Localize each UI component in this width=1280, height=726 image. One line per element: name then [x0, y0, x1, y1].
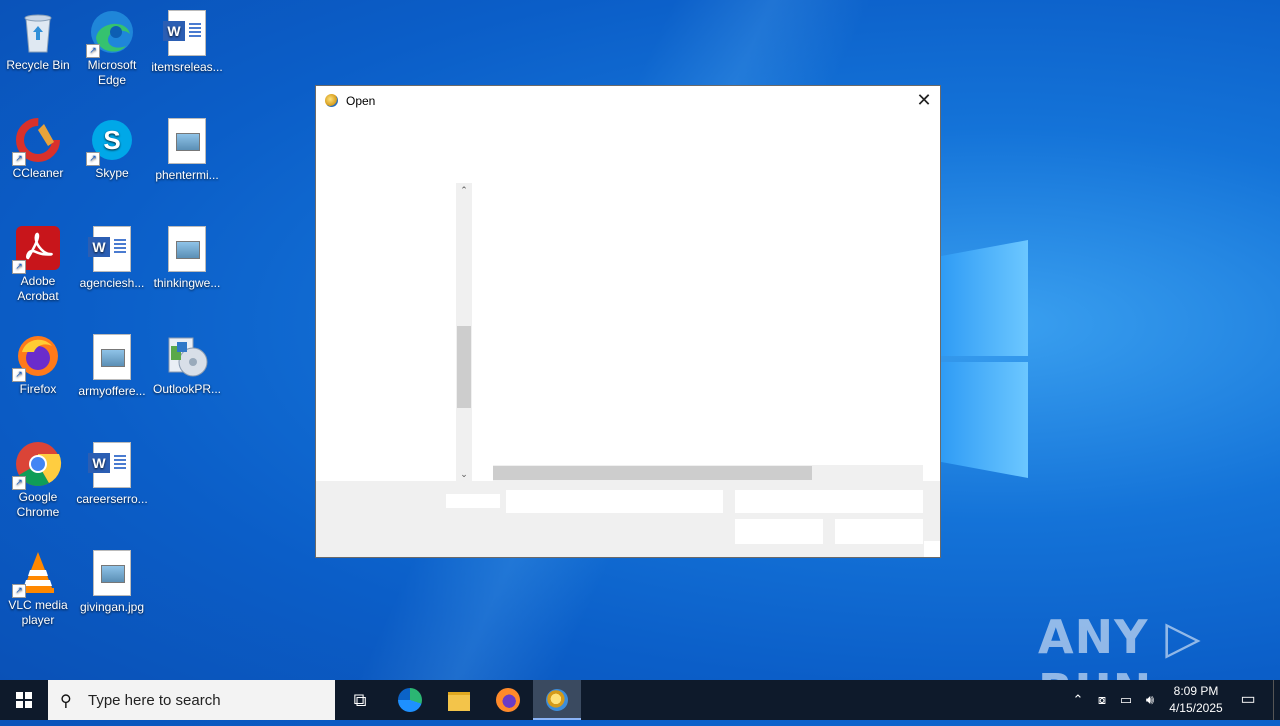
desktop-icon-ccleaner[interactable]: ↗ CCleaner: [0, 116, 76, 181]
firefox-icon: ↗: [12, 332, 62, 382]
scrollbar-thumb[interactable]: [493, 466, 812, 480]
scroll-up-icon[interactable]: ⌃: [456, 183, 472, 197]
desktop-icon-careerserro[interactable]: W careerserro...: [74, 440, 150, 507]
installer-icon: [163, 332, 211, 380]
desktop-icon-givingan[interactable]: givingan.jpg: [74, 548, 150, 615]
desktop-icon-recycle-bin[interactable]: Recycle Bin: [0, 8, 76, 73]
task-view-button[interactable]: ⧉: [336, 680, 384, 720]
image-file-icon: [163, 118, 211, 166]
taskbar-edge[interactable]: [386, 680, 434, 720]
word-doc-icon: W: [163, 10, 211, 58]
desktop-icon-vlc[interactable]: ↗ VLC media player: [0, 548, 76, 628]
wallpaper-windows-logo: [940, 240, 1030, 480]
navigation-pane-scrollbar[interactable]: ⌃ ⌄: [456, 183, 472, 481]
file-name-label: [446, 494, 500, 508]
desktop-icon-firefox[interactable]: ↗ Firefox: [0, 332, 76, 397]
close-button[interactable]: ✕: [908, 86, 940, 116]
desktop-icon-outlookpr[interactable]: OutlookPR...: [149, 332, 225, 397]
svg-text:S: S: [103, 125, 120, 155]
image-file-icon: [88, 334, 136, 382]
edge-icon: [398, 688, 422, 712]
ccleaner-icon: ↗: [12, 116, 62, 166]
tray-app-icon[interactable]: ⧇: [1092, 680, 1112, 720]
acrobat-icon: ↗: [12, 224, 62, 274]
desktop-icon-armyoffere[interactable]: armyoffere...: [74, 332, 150, 399]
taskbar-search-box[interactable]: ⚲ Type here to search: [48, 680, 335, 720]
file-list-horizontal-scrollbar[interactable]: [493, 465, 923, 481]
skype-icon: S ↗: [86, 116, 136, 166]
taskbar-active-app[interactable]: [533, 680, 581, 720]
taskbar: ⚲ Type here to search ⧉ ⌃ ⧇ ▭ 🔊︎ 8:09 PM…: [0, 680, 1280, 720]
taskbar-firefox[interactable]: [484, 680, 532, 720]
clock-date: 4/15/2025: [1169, 701, 1223, 715]
scroll-down-icon[interactable]: ⌄: [456, 467, 472, 481]
shortcut-arrow-icon: ↗: [12, 584, 26, 598]
file-name-input[interactable]: [506, 490, 723, 513]
system-clock[interactable]: 8:09 PM 4/15/2025: [1160, 683, 1232, 717]
firefox-icon: [496, 688, 520, 712]
windows-icon: [16, 692, 32, 708]
network-icon[interactable]: ▭: [1116, 680, 1136, 720]
file-type-select[interactable]: [735, 490, 923, 513]
notification-center-icon[interactable]: ▭: [1236, 680, 1260, 720]
desktop-icon-agenciesh[interactable]: W agenciesh...: [74, 224, 150, 291]
recycle-bin-icon: [14, 8, 62, 56]
shortcut-arrow-icon: ↗: [12, 152, 26, 166]
shortcut-arrow-icon: ↗: [86, 152, 100, 166]
word-doc-icon: W: [88, 442, 136, 490]
volume-icon[interactable]: 🔊︎: [1140, 680, 1160, 720]
shortcut-arrow-icon: ↗: [12, 476, 26, 490]
start-button[interactable]: [0, 680, 48, 720]
open-dialog: Open ✕ ⌃ ⌄: [315, 85, 941, 558]
show-desktop-button[interactable]: [1273, 680, 1280, 720]
desktop-icon-microsoft-edge[interactable]: ↗ Microsoft Edge: [74, 8, 150, 88]
show-hidden-icons-chevron[interactable]: ⌃: [1068, 680, 1088, 720]
scrollbar-thumb[interactable]: [457, 326, 471, 408]
dialog-footer: [316, 481, 940, 557]
desktop-icon-thinkingwe[interactable]: thinkingwe...: [149, 224, 225, 291]
task-view-icon: ⧉: [353, 690, 367, 710]
dialog-titlebar[interactable]: Open ✕: [316, 86, 940, 116]
desktop-icon-skype[interactable]: S ↗ Skype: [74, 116, 150, 181]
search-placeholder: Type here to search: [88, 692, 221, 709]
chrome-icon: ↗: [12, 440, 62, 490]
search-icon: ⚲: [60, 693, 72, 710]
shortcut-arrow-icon: ↗: [86, 44, 100, 58]
taskbar-file-explorer[interactable]: [435, 680, 483, 720]
word-doc-icon: W: [88, 226, 136, 274]
desktop-icon-phentermi[interactable]: phentermi...: [149, 116, 225, 183]
image-file-icon: [88, 550, 136, 598]
app-icon: [325, 94, 338, 107]
app-icon: [546, 689, 568, 711]
desktop-icon-adobe-acrobat[interactable]: ↗ Adobe Acrobat: [0, 224, 76, 304]
edge-icon: ↗: [86, 8, 136, 58]
cancel-button[interactable]: [835, 519, 923, 544]
shortcut-arrow-icon: ↗: [12, 368, 26, 382]
clock-time: 8:09 PM: [1173, 684, 1219, 698]
vlc-icon: ↗: [12, 548, 62, 598]
dialog-title: Open: [346, 94, 376, 108]
desktop-icon-itemsreleas[interactable]: W itemsreleas...: [149, 8, 225, 75]
folder-icon: [448, 692, 470, 711]
image-file-icon: [163, 226, 211, 274]
resize-grip[interactable]: [924, 541, 940, 557]
open-button[interactable]: [735, 519, 823, 544]
shortcut-arrow-icon: ↗: [12, 260, 26, 274]
desktop-icon-google-chrome[interactable]: ↗ Google Chrome: [0, 440, 76, 520]
